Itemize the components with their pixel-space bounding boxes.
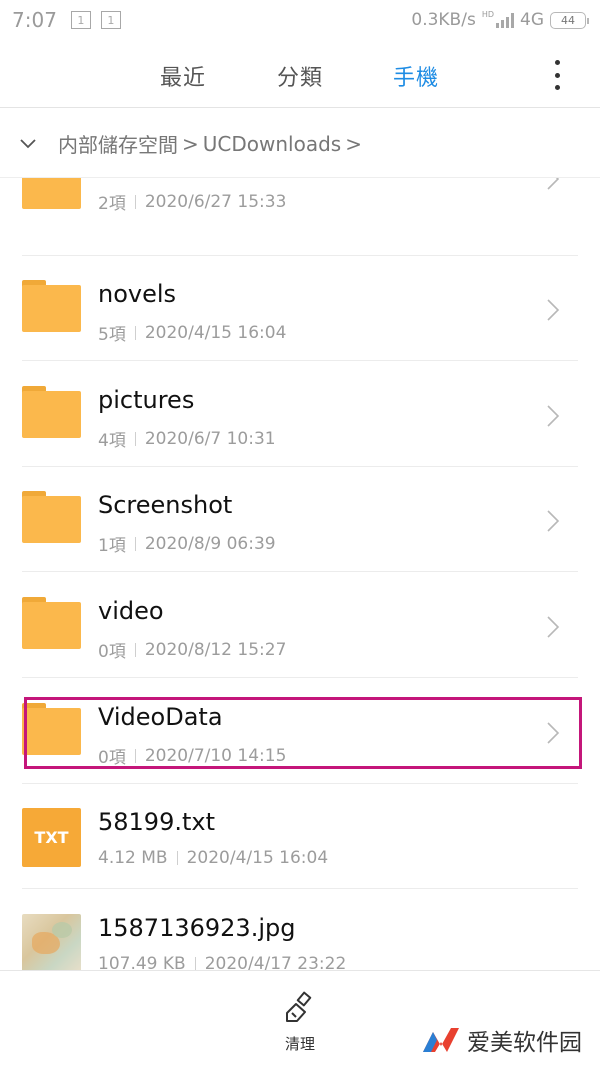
- breadcrumb-root[interactable]: 内部儲存空間: [58, 129, 178, 158]
- tab-category[interactable]: 分類: [277, 60, 323, 92]
- breadcrumb: 内部儲存空間 > UCDownloads >: [0, 110, 600, 178]
- item-count: 0項: [98, 642, 126, 662]
- txt-file-icon: TXT: [22, 808, 81, 867]
- file-size: 4.12 MB: [98, 848, 168, 868]
- folder-icon: [22, 386, 81, 438]
- list-item[interactable]: TXT 58199.txt 4.12 MB 2020/4/15 16:04: [0, 784, 600, 889]
- file-meta: 1項 2020/8/9 06:39: [98, 531, 276, 557]
- file-meta: 0項 2020/8/12 15:27: [98, 637, 287, 663]
- file-size: 107.49 KB: [98, 954, 186, 970]
- top-tabs: 最近 分類 手機: [0, 42, 600, 108]
- file-meta: 4.12 MB 2020/4/15 16:04: [98, 848, 328, 868]
- status-bar: 7:07 1 1 0.3KB/s HD 4G 44: [0, 0, 600, 40]
- breadcrumb-separator: >: [345, 131, 362, 156]
- modified-date: 2020/8/12 15:27: [144, 639, 287, 660]
- item-count: 1項: [98, 536, 126, 556]
- list-item[interactable]: Screenshot 1項 2020/8/9 06:39: [0, 467, 600, 572]
- modified-date: 2020/6/27 15:33: [144, 191, 287, 212]
- chevron-right-icon: [547, 405, 560, 427]
- watermark-text: 爱美软件园: [467, 1030, 582, 1056]
- item-count: 4項: [98, 431, 126, 451]
- more-options-icon[interactable]: [552, 60, 562, 90]
- file-name: 1587136923.jpg: [98, 914, 296, 942]
- file-name: pictures: [98, 386, 195, 414]
- sim-card-icon: 1: [70, 11, 91, 29]
- list-item[interactable]: video 0項 2020/8/12 15:27: [0, 573, 600, 678]
- modified-date: 2020/4/17 23:22: [204, 954, 347, 970]
- modified-date: 2020/4/15 16:04: [186, 848, 329, 868]
- file-name: Screenshot: [98, 491, 233, 519]
- file-name: config: [98, 178, 171, 179]
- file-meta: 2項 2020/6/27 15:33: [98, 189, 287, 215]
- folder-icon: [22, 491, 81, 543]
- status-time: 7:07: [12, 8, 57, 32]
- network-type: 4G: [520, 10, 544, 30]
- modified-date: 2020/8/9 06:39: [144, 533, 276, 554]
- image-thumbnail: [22, 914, 81, 970]
- list-item[interactable]: novels 5項 2020/4/15 16:04: [0, 256, 600, 361]
- file-meta: 5項 2020/4/15 16:04: [98, 320, 287, 346]
- file-meta: 4項 2020/6/7 10:31: [98, 426, 276, 452]
- sim-card-icon: 1: [100, 11, 121, 29]
- chevron-right-icon: [547, 299, 560, 321]
- watermark-logo-icon: [423, 1028, 459, 1052]
- bottom-bar: 清理 爱美软件园: [0, 970, 600, 1067]
- folder-icon: [22, 280, 81, 332]
- item-count: 2項: [98, 194, 126, 214]
- list-item[interactable]: config 2項 2020/6/27 15:33: [0, 178, 600, 256]
- file-meta: 107.49 KB 2020/4/17 23:22: [98, 954, 346, 970]
- folder-icon: [22, 597, 81, 649]
- modified-date: 2020/6/7 10:31: [144, 428, 276, 449]
- file-name: 58199.txt: [98, 808, 215, 836]
- clean-button[interactable]: 清理: [278, 991, 322, 1054]
- breadcrumb-folder[interactable]: UCDownloads: [203, 132, 341, 156]
- battery-icon: 44: [550, 11, 589, 29]
- watermark: 爱美软件园: [421, 1023, 582, 1057]
- modified-date: 2020/4/15 16:04: [144, 322, 287, 343]
- chevron-right-icon: [547, 510, 560, 532]
- highlight-box: [24, 697, 582, 769]
- broom-icon: [286, 991, 312, 1022]
- chevron-right-icon: [547, 616, 560, 638]
- tab-recent[interactable]: 最近: [160, 60, 206, 92]
- signal-icon: [496, 12, 514, 28]
- item-count: 5項: [98, 325, 126, 345]
- clean-label: 清理: [284, 1035, 315, 1053]
- chevron-right-icon: [547, 178, 560, 190]
- chevron-down-icon[interactable]: [10, 126, 46, 162]
- network-speed: 0.3KB/s: [411, 10, 476, 30]
- file-list: config 2項 2020/6/27 15:33 novels 5項 2020/4…: [0, 178, 600, 970]
- file-name: novels: [98, 280, 177, 308]
- list-item[interactable]: 1587136923.jpg 107.49 KB 2020/4/17 23:22: [0, 890, 600, 970]
- file-name: video: [98, 597, 164, 625]
- breadcrumb-separator: >: [182, 131, 199, 156]
- list-item[interactable]: pictures 4項 2020/6/7 10:31: [0, 362, 600, 467]
- hd-badge: HD: [481, 10, 494, 19]
- folder-icon: [22, 178, 81, 209]
- tab-phone[interactable]: 手機: [393, 60, 439, 92]
